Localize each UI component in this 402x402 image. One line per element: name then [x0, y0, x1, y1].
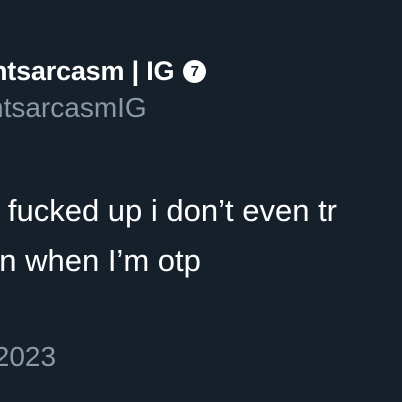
verified-badge-icon: 7 — [183, 59, 207, 83]
tweet-card: ntsarcasm | IG 7 ntsarcasmIG o fucked up… — [0, 0, 402, 402]
tweet-timestamp[interactable]: /2023 — [0, 337, 56, 377]
tweet-text-line: o fucked up i don’t even tr — [0, 193, 338, 228]
author-display-name[interactable]: ntsarcasm | IG — [0, 53, 175, 89]
tweet-text-line: on when I’m otp — [0, 243, 201, 278]
author-name-row[interactable]: ntsarcasm | IG 7 — [0, 53, 207, 89]
author-handle[interactable]: ntsarcasmIG — [0, 89, 147, 127]
tweet-text: o fucked up i don’t even tr on when I’m … — [0, 186, 402, 286]
